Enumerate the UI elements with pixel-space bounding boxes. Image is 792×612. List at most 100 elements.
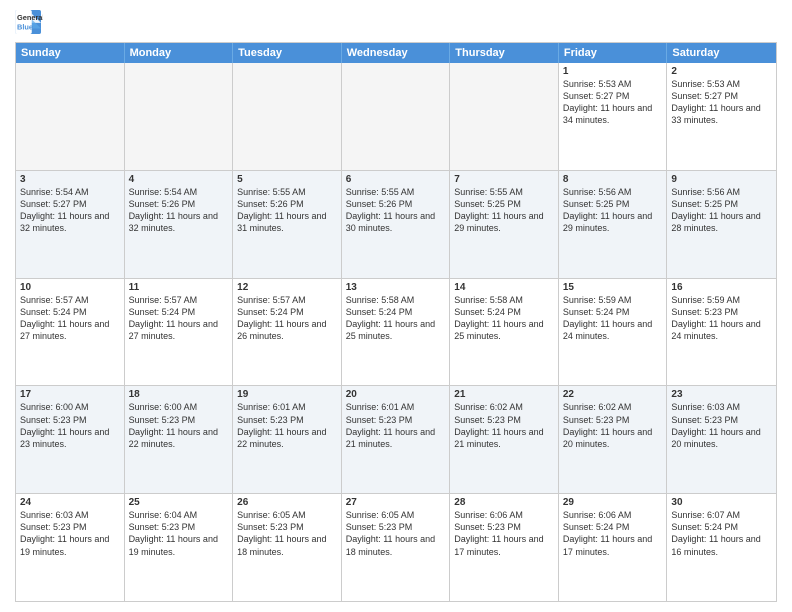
day-number: 22: [563, 389, 663, 400]
calendar: SundayMondayTuesdayWednesdayThursdayFrid…: [15, 42, 777, 602]
day-info: Sunrise: 5:57 AM Sunset: 5:24 PM Dayligh…: [20, 294, 120, 343]
day-number: 28: [454, 497, 554, 508]
day-number: 30: [671, 497, 772, 508]
day-info: Sunrise: 6:00 AM Sunset: 5:23 PM Dayligh…: [20, 401, 120, 450]
day-number: 29: [563, 497, 663, 508]
day-info: Sunrise: 5:58 AM Sunset: 5:24 PM Dayligh…: [454, 294, 554, 343]
day-number: 13: [346, 282, 446, 293]
day-cell-2: 2Sunrise: 5:53 AM Sunset: 5:27 PM Daylig…: [667, 63, 776, 170]
day-number: 4: [129, 174, 229, 185]
header-cell-tuesday: Tuesday: [233, 43, 342, 63]
page: General Blue SundayMondayTuesdayWednesda…: [0, 0, 792, 612]
day-cell-26: 26Sunrise: 6:05 AM Sunset: 5:23 PM Dayli…: [233, 494, 342, 601]
day-number: 1: [563, 66, 663, 77]
day-cell-5: 5Sunrise: 5:55 AM Sunset: 5:26 PM Daylig…: [233, 171, 342, 278]
logo: General Blue: [15, 10, 43, 34]
calendar-row: 24Sunrise: 6:03 AM Sunset: 5:23 PM Dayli…: [16, 494, 776, 601]
day-number: 18: [129, 389, 229, 400]
day-number: 26: [237, 497, 337, 508]
header-cell-wednesday: Wednesday: [342, 43, 451, 63]
header-cell-friday: Friday: [559, 43, 668, 63]
day-info: Sunrise: 6:03 AM Sunset: 5:23 PM Dayligh…: [671, 401, 772, 450]
day-number: 3: [20, 174, 120, 185]
day-number: 14: [454, 282, 554, 293]
day-number: 11: [129, 282, 229, 293]
day-cell-19: 19Sunrise: 6:01 AM Sunset: 5:23 PM Dayli…: [233, 386, 342, 493]
day-cell-16: 16Sunrise: 5:59 AM Sunset: 5:23 PM Dayli…: [667, 279, 776, 386]
day-number: 8: [563, 174, 663, 185]
day-info: Sunrise: 6:00 AM Sunset: 5:23 PM Dayligh…: [129, 401, 229, 450]
day-cell-10: 10Sunrise: 5:57 AM Sunset: 5:24 PM Dayli…: [16, 279, 125, 386]
day-number: 25: [129, 497, 229, 508]
day-number: 24: [20, 497, 120, 508]
logo-icon: General Blue: [15, 10, 43, 34]
day-cell-4: 4Sunrise: 5:54 AM Sunset: 5:26 PM Daylig…: [125, 171, 234, 278]
day-cell-15: 15Sunrise: 5:59 AM Sunset: 5:24 PM Dayli…: [559, 279, 668, 386]
day-cell-30: 30Sunrise: 6:07 AM Sunset: 5:24 PM Dayli…: [667, 494, 776, 601]
day-number: 12: [237, 282, 337, 293]
day-cell-23: 23Sunrise: 6:03 AM Sunset: 5:23 PM Dayli…: [667, 386, 776, 493]
day-info: Sunrise: 5:58 AM Sunset: 5:24 PM Dayligh…: [346, 294, 446, 343]
day-cell-25: 25Sunrise: 6:04 AM Sunset: 5:23 PM Dayli…: [125, 494, 234, 601]
day-info: Sunrise: 6:02 AM Sunset: 5:23 PM Dayligh…: [454, 401, 554, 450]
day-number: 20: [346, 389, 446, 400]
header: General Blue: [15, 10, 777, 34]
day-info: Sunrise: 5:57 AM Sunset: 5:24 PM Dayligh…: [129, 294, 229, 343]
day-info: Sunrise: 5:57 AM Sunset: 5:24 PM Dayligh…: [237, 294, 337, 343]
day-info: Sunrise: 5:54 AM Sunset: 5:26 PM Dayligh…: [129, 186, 229, 235]
svg-text:Blue: Blue: [17, 22, 33, 31]
day-info: Sunrise: 5:55 AM Sunset: 5:26 PM Dayligh…: [346, 186, 446, 235]
day-info: Sunrise: 5:55 AM Sunset: 5:26 PM Dayligh…: [237, 186, 337, 235]
calendar-row: 3Sunrise: 5:54 AM Sunset: 5:27 PM Daylig…: [16, 171, 776, 279]
day-cell-24: 24Sunrise: 6:03 AM Sunset: 5:23 PM Dayli…: [16, 494, 125, 601]
empty-cell: [16, 63, 125, 170]
header-cell-thursday: Thursday: [450, 43, 559, 63]
day-number: 7: [454, 174, 554, 185]
day-info: Sunrise: 6:01 AM Sunset: 5:23 PM Dayligh…: [237, 401, 337, 450]
calendar-body: 1Sunrise: 5:53 AM Sunset: 5:27 PM Daylig…: [16, 63, 776, 601]
day-cell-29: 29Sunrise: 6:06 AM Sunset: 5:24 PM Dayli…: [559, 494, 668, 601]
day-cell-9: 9Sunrise: 5:56 AM Sunset: 5:25 PM Daylig…: [667, 171, 776, 278]
day-info: Sunrise: 5:56 AM Sunset: 5:25 PM Dayligh…: [563, 186, 663, 235]
day-cell-14: 14Sunrise: 5:58 AM Sunset: 5:24 PM Dayli…: [450, 279, 559, 386]
day-cell-17: 17Sunrise: 6:00 AM Sunset: 5:23 PM Dayli…: [16, 386, 125, 493]
day-info: Sunrise: 5:53 AM Sunset: 5:27 PM Dayligh…: [671, 78, 772, 127]
calendar-row: 1Sunrise: 5:53 AM Sunset: 5:27 PM Daylig…: [16, 63, 776, 171]
day-number: 23: [671, 389, 772, 400]
day-info: Sunrise: 6:06 AM Sunset: 5:24 PM Dayligh…: [563, 509, 663, 558]
day-number: 2: [671, 66, 772, 77]
day-info: Sunrise: 6:01 AM Sunset: 5:23 PM Dayligh…: [346, 401, 446, 450]
day-number: 9: [671, 174, 772, 185]
day-cell-27: 27Sunrise: 6:05 AM Sunset: 5:23 PM Dayli…: [342, 494, 451, 601]
day-info: Sunrise: 5:53 AM Sunset: 5:27 PM Dayligh…: [563, 78, 663, 127]
day-cell-22: 22Sunrise: 6:02 AM Sunset: 5:23 PM Dayli…: [559, 386, 668, 493]
day-number: 15: [563, 282, 663, 293]
day-info: Sunrise: 5:54 AM Sunset: 5:27 PM Dayligh…: [20, 186, 120, 235]
day-info: Sunrise: 5:55 AM Sunset: 5:25 PM Dayligh…: [454, 186, 554, 235]
day-info: Sunrise: 6:07 AM Sunset: 5:24 PM Dayligh…: [671, 509, 772, 558]
day-info: Sunrise: 5:59 AM Sunset: 5:24 PM Dayligh…: [563, 294, 663, 343]
day-number: 19: [237, 389, 337, 400]
day-cell-18: 18Sunrise: 6:00 AM Sunset: 5:23 PM Dayli…: [125, 386, 234, 493]
day-number: 10: [20, 282, 120, 293]
day-number: 21: [454, 389, 554, 400]
day-cell-28: 28Sunrise: 6:06 AM Sunset: 5:23 PM Dayli…: [450, 494, 559, 601]
day-cell-12: 12Sunrise: 5:57 AM Sunset: 5:24 PM Dayli…: [233, 279, 342, 386]
header-cell-saturday: Saturday: [667, 43, 776, 63]
day-number: 5: [237, 174, 337, 185]
calendar-row: 17Sunrise: 6:00 AM Sunset: 5:23 PM Dayli…: [16, 386, 776, 494]
day-info: Sunrise: 6:04 AM Sunset: 5:23 PM Dayligh…: [129, 509, 229, 558]
day-cell-1: 1Sunrise: 5:53 AM Sunset: 5:27 PM Daylig…: [559, 63, 668, 170]
day-cell-8: 8Sunrise: 5:56 AM Sunset: 5:25 PM Daylig…: [559, 171, 668, 278]
day-cell-6: 6Sunrise: 5:55 AM Sunset: 5:26 PM Daylig…: [342, 171, 451, 278]
day-info: Sunrise: 6:05 AM Sunset: 5:23 PM Dayligh…: [237, 509, 337, 558]
day-info: Sunrise: 6:02 AM Sunset: 5:23 PM Dayligh…: [563, 401, 663, 450]
day-cell-3: 3Sunrise: 5:54 AM Sunset: 5:27 PM Daylig…: [16, 171, 125, 278]
day-number: 27: [346, 497, 446, 508]
day-info: Sunrise: 5:59 AM Sunset: 5:23 PM Dayligh…: [671, 294, 772, 343]
svg-text:General: General: [17, 13, 43, 22]
empty-cell: [233, 63, 342, 170]
day-cell-21: 21Sunrise: 6:02 AM Sunset: 5:23 PM Dayli…: [450, 386, 559, 493]
day-cell-20: 20Sunrise: 6:01 AM Sunset: 5:23 PM Dayli…: [342, 386, 451, 493]
empty-cell: [125, 63, 234, 170]
